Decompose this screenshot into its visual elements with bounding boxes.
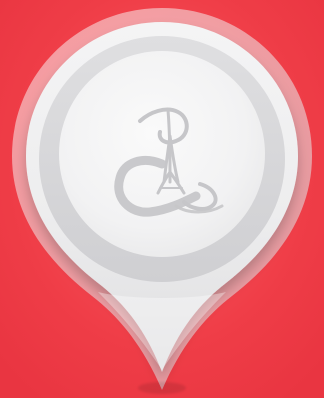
app-icon[interactable] [0,0,324,398]
map-pin-logo-icon [0,0,324,398]
pin-tip-shadow [138,382,186,394]
pin-face [59,51,265,257]
